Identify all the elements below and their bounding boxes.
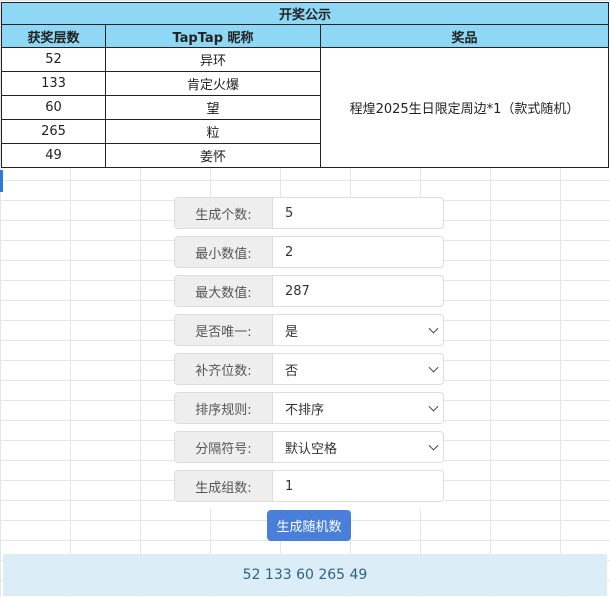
sort-select[interactable]: 不排序 <box>273 393 443 423</box>
sort-select-value: 不排序 <box>285 402 325 418</box>
nickname-cell: 姜怀 <box>105 143 321 168</box>
generate-button[interactable]: 生成随机数 <box>267 510 351 541</box>
chevron-down-icon <box>428 323 439 334</box>
min-row: 最小数值: 2 <box>174 236 444 268</box>
nickname-cell: 肯定火爆 <box>105 71 321 96</box>
max-input[interactable]: 287 <box>273 276 443 306</box>
chevron-down-icon <box>428 362 439 373</box>
page: 开奖公示 获奖层数 TapTap 昵称 奖品 52 异环 程煌2025生日限定周… <box>0 0 610 597</box>
groups-label: 生成组数: <box>175 471 273 501</box>
separator-select-value: 默认空格 <box>285 441 338 457</box>
count-row: 生成个数: 5 <box>174 197 444 229</box>
nickname-cell: 望 <box>105 95 321 120</box>
table-title: 开奖公示 <box>1 2 609 25</box>
separator-label: 分隔符号: <box>175 432 273 462</box>
result-output: 52 133 60 265 49 <box>3 554 607 596</box>
header-floor: 获奖层数 <box>1 24 106 48</box>
selection-marker <box>0 170 3 192</box>
floor-cell: 133 <box>1 71 106 96</box>
count-label: 生成个数: <box>175 198 273 228</box>
groups-input[interactable]: 1 <box>273 471 443 501</box>
chevron-down-icon <box>428 440 439 451</box>
nickname-cell: 粒 <box>105 119 321 144</box>
sort-row: 排序规则: 不排序 <box>174 392 444 424</box>
floor-cell: 52 <box>1 47 106 72</box>
nickname-cell: 异环 <box>105 47 321 72</box>
unique-label: 是否唯一: <box>175 315 273 345</box>
prize-table: 开奖公示 获奖层数 TapTap 昵称 奖品 52 异环 程煌2025生日限定周… <box>1 2 609 168</box>
floor-cell: 60 <box>1 95 106 120</box>
unique-select-value: 是 <box>285 324 299 340</box>
table-row: 52 异环 程煌2025生日限定周边*1（款式随机） <box>1 47 609 168</box>
unique-row: 是否唯一: 是 <box>174 314 444 346</box>
sort-label: 排序规则: <box>175 393 273 423</box>
generator-form: 生成个数: 5 最小数值: 2 最大数值: 287 是否唯一: 是 补齐位数: … <box>174 197 444 509</box>
groups-row: 生成组数: 1 <box>174 470 444 502</box>
floor-cell: 265 <box>1 119 106 144</box>
header-prize: 奖品 <box>320 24 609 48</box>
prize-cell: 程煌2025生日限定周边*1（款式随机） <box>320 47 609 168</box>
max-label: 最大数值: <box>175 276 273 306</box>
unique-select[interactable]: 是 <box>273 315 443 345</box>
padding-select[interactable]: 否 <box>273 354 443 384</box>
header-nickname: TapTap 昵称 <box>105 24 321 48</box>
floor-cell: 49 <box>1 143 106 168</box>
padding-label: 补齐位数: <box>175 354 273 384</box>
chevron-down-icon <box>428 401 439 412</box>
max-row: 最大数值: 287 <box>174 275 444 307</box>
min-input[interactable]: 2 <box>273 237 443 267</box>
min-label: 最小数值: <box>175 237 273 267</box>
separator-row: 分隔符号: 默认空格 <box>174 431 444 463</box>
padding-row: 补齐位数: 否 <box>174 353 444 385</box>
padding-select-value: 否 <box>285 363 299 379</box>
count-input[interactable]: 5 <box>273 198 443 228</box>
separator-select[interactable]: 默认空格 <box>273 432 443 462</box>
